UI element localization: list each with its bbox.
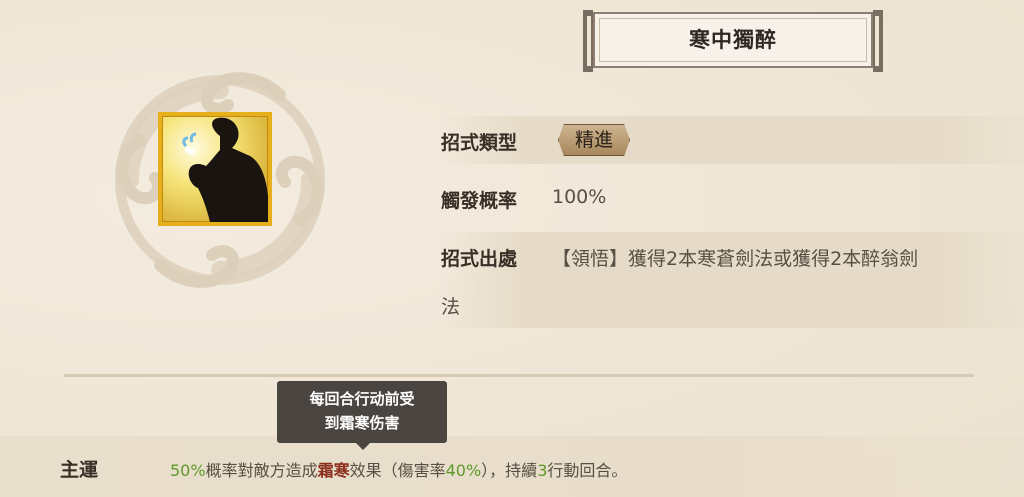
trigger-value: 100%: [552, 186, 607, 208]
effect-damage-rate: 40%: [445, 461, 482, 480]
source-label: 招式出處: [441, 248, 518, 270]
drinking-swordsman-icon: [182, 117, 268, 222]
effect-text-3: ），持續: [481, 461, 538, 480]
section-divider: [64, 374, 974, 377]
source-value-line2: 法: [441, 296, 461, 318]
skill-title: 寒中獨醉: [689, 28, 777, 52]
tooltip-line-1: 每回合行动前受: [309, 390, 415, 408]
effect-rate: 50%: [170, 461, 206, 480]
skill-title-plate: 寒中獨醉: [583, 10, 883, 72]
type-badge: 精進: [558, 124, 630, 156]
status-tooltip: 每回合行动前受 到霜寒伤害: [277, 381, 447, 450]
type-label: 招式類型: [441, 132, 518, 154]
status-keyword-frost[interactable]: 霜寒: [318, 461, 350, 480]
main-fortune-label: 主運: [60, 459, 99, 481]
effect-text-2: 效果（傷害率: [349, 461, 446, 480]
effect-text-1: 概率對敵方造成: [205, 461, 318, 480]
title-bracket-right: [873, 10, 883, 72]
tooltip-line-2: 到霜寒伤害: [324, 414, 400, 432]
skill-icon-frame[interactable]: [158, 112, 272, 226]
title-bracket-left: [583, 10, 593, 72]
effect-turns: 3: [537, 461, 548, 480]
effect-text-4: 行動回合。: [547, 461, 628, 480]
trigger-label: 觸發概率: [441, 190, 518, 212]
type-row-background: [440, 116, 1024, 164]
source-value-line1: 【領悟】獲得2本寒蒼劍法或獲得2本醉翁劍: [552, 248, 919, 270]
effect-description: 50%概率對敵方造成霜寒效果（傷害率40%），持續3行動回合。: [170, 457, 627, 481]
